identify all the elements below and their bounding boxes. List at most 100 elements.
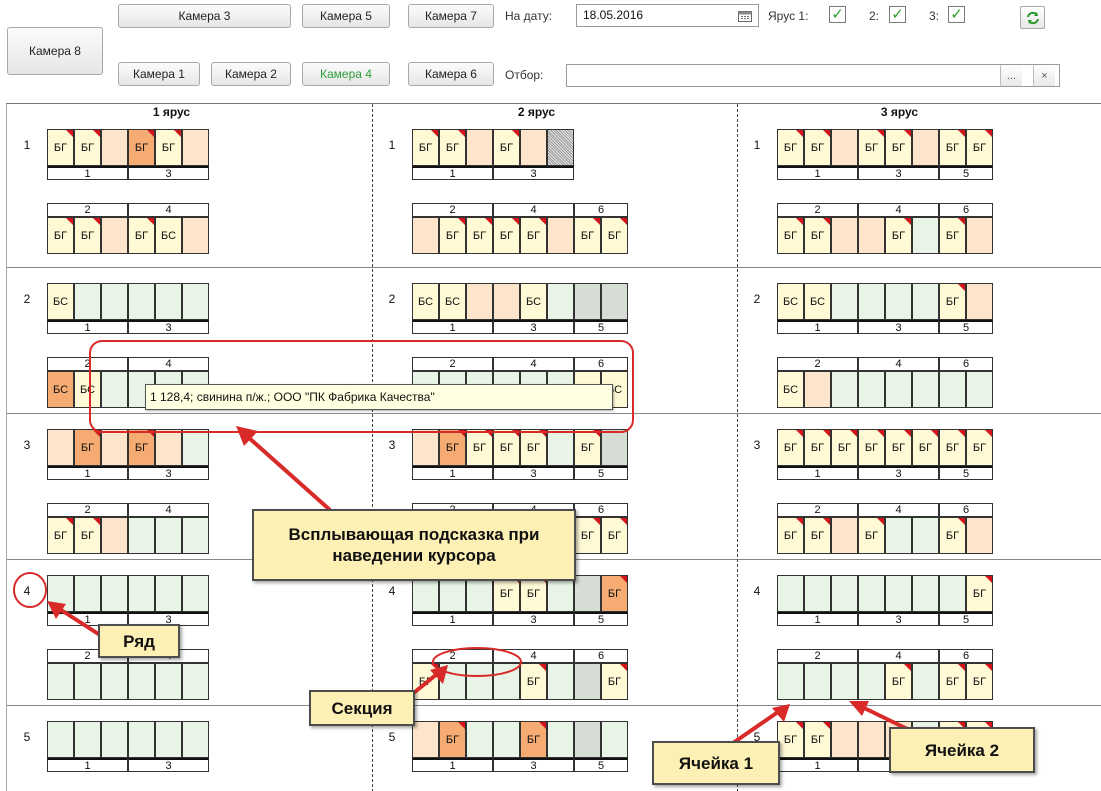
storage-cell[interactable]: [885, 371, 912, 408]
storage-cell[interactable]: БГ: [885, 429, 912, 466]
storage-cell[interactable]: БГ: [520, 429, 547, 466]
storage-cell[interactable]: БГ: [777, 517, 804, 554]
storage-cell[interactable]: [128, 517, 155, 554]
storage-cell[interactable]: БГ: [601, 517, 628, 554]
storage-cell[interactable]: [804, 371, 831, 408]
storage-cell[interactable]: БГ: [966, 575, 993, 612]
storage-cell[interactable]: [155, 517, 182, 554]
storage-cell[interactable]: БГ: [966, 663, 993, 700]
storage-cell[interactable]: [155, 663, 182, 700]
storage-cell[interactable]: БГ: [777, 217, 804, 254]
storage-cell[interactable]: [128, 575, 155, 612]
storage-cell[interactable]: БГ: [466, 217, 493, 254]
storage-cell[interactable]: [574, 721, 601, 758]
storage-cell[interactable]: [966, 371, 993, 408]
storage-cell[interactable]: [912, 575, 939, 612]
storage-cell[interactable]: БС: [47, 371, 74, 408]
storage-cell[interactable]: БГ: [128, 217, 155, 254]
filter-input[interactable]: [566, 64, 1060, 87]
storage-cell[interactable]: [101, 283, 128, 320]
storage-cell[interactable]: [74, 283, 101, 320]
storage-cell[interactable]: [155, 283, 182, 320]
storage-cell[interactable]: [493, 283, 520, 320]
storage-cell[interactable]: [155, 575, 182, 612]
storage-cell[interactable]: [439, 663, 466, 700]
storage-cell[interactable]: БГ: [74, 517, 101, 554]
storage-cell[interactable]: БГ: [493, 217, 520, 254]
storage-cell[interactable]: [912, 217, 939, 254]
storage-cell[interactable]: БГ: [966, 429, 993, 466]
storage-cell[interactable]: [74, 663, 101, 700]
storage-cell[interactable]: [885, 283, 912, 320]
storage-cell[interactable]: [547, 663, 574, 700]
storage-cell[interactable]: [831, 371, 858, 408]
tier-2-checkbox[interactable]: ✓: [889, 6, 906, 23]
storage-cell[interactable]: БГ: [47, 217, 74, 254]
storage-cell[interactable]: [939, 575, 966, 612]
storage-cell[interactable]: [858, 283, 885, 320]
storage-cell[interactable]: БГ: [939, 517, 966, 554]
storage-cell[interactable]: БС: [155, 217, 182, 254]
camera-4-button[interactable]: Камера 4: [302, 62, 390, 86]
storage-cell[interactable]: БГ: [155, 129, 182, 166]
storage-cell[interactable]: [547, 721, 574, 758]
storage-cell[interactable]: [547, 283, 574, 320]
storage-cell[interactable]: БГ: [412, 663, 439, 700]
camera-3-button[interactable]: Камера 3: [118, 4, 291, 28]
storage-cell[interactable]: БГ: [885, 217, 912, 254]
storage-cell[interactable]: БГ: [601, 663, 628, 700]
camera-7-button[interactable]: Камера 7: [408, 4, 494, 28]
tier-3-checkbox[interactable]: ✓: [948, 6, 965, 23]
storage-cell[interactable]: [182, 517, 209, 554]
storage-cell[interactable]: [101, 371, 128, 408]
storage-cell[interactable]: БГ: [804, 217, 831, 254]
storage-cell[interactable]: [831, 721, 858, 758]
storage-cell[interactable]: БГ: [804, 721, 831, 758]
storage-cell[interactable]: БГ: [47, 129, 74, 166]
storage-cell[interactable]: БГ: [74, 129, 101, 166]
storage-cell[interactable]: [574, 663, 601, 700]
storage-cell[interactable]: [858, 575, 885, 612]
storage-cell[interactable]: [47, 575, 74, 612]
storage-cell[interactable]: БГ: [858, 129, 885, 166]
storage-cell[interactable]: БГ: [804, 129, 831, 166]
storage-cell[interactable]: [182, 429, 209, 466]
storage-cell[interactable]: БГ: [466, 429, 493, 466]
storage-cell[interactable]: БГ: [493, 429, 520, 466]
storage-cell[interactable]: БГ: [885, 129, 912, 166]
storage-cell[interactable]: БГ: [939, 129, 966, 166]
storage-cell[interactable]: [966, 217, 993, 254]
storage-cell[interactable]: БГ: [804, 517, 831, 554]
filter-clear-button[interactable]: ×: [1033, 65, 1055, 86]
storage-cell[interactable]: БГ: [439, 217, 466, 254]
storage-cell[interactable]: [912, 517, 939, 554]
storage-cell[interactable]: [182, 721, 209, 758]
storage-cell[interactable]: [601, 283, 628, 320]
camera-8-button[interactable]: Камера 8: [7, 27, 103, 75]
storage-cell[interactable]: БС: [777, 371, 804, 408]
storage-cell[interactable]: БС: [412, 283, 439, 320]
storage-cell[interactable]: БГ: [74, 217, 101, 254]
storage-cell[interactable]: [412, 429, 439, 466]
storage-cell[interactable]: БС: [439, 283, 466, 320]
storage-cell[interactable]: БГ: [858, 429, 885, 466]
storage-cell[interactable]: БГ: [128, 429, 155, 466]
storage-cell[interactable]: БГ: [831, 429, 858, 466]
storage-cell[interactable]: БГ: [439, 429, 466, 466]
storage-cell[interactable]: [466, 663, 493, 700]
storage-cell[interactable]: БГ: [912, 429, 939, 466]
storage-cell[interactable]: [74, 575, 101, 612]
storage-cell[interactable]: [831, 575, 858, 612]
storage-cell[interactable]: [804, 663, 831, 700]
storage-cell[interactable]: [412, 721, 439, 758]
storage-cell[interactable]: БГ: [601, 575, 628, 612]
storage-cell[interactable]: [912, 371, 939, 408]
storage-cell[interactable]: [547, 429, 574, 466]
storage-cell[interactable]: БГ: [439, 721, 466, 758]
storage-cell[interactable]: БГ: [520, 721, 547, 758]
storage-cell[interactable]: [101, 721, 128, 758]
camera-1-button[interactable]: Камера 1: [118, 62, 200, 86]
storage-cell[interactable]: БГ: [858, 517, 885, 554]
storage-cell[interactable]: [966, 517, 993, 554]
storage-cell[interactable]: БС: [804, 283, 831, 320]
